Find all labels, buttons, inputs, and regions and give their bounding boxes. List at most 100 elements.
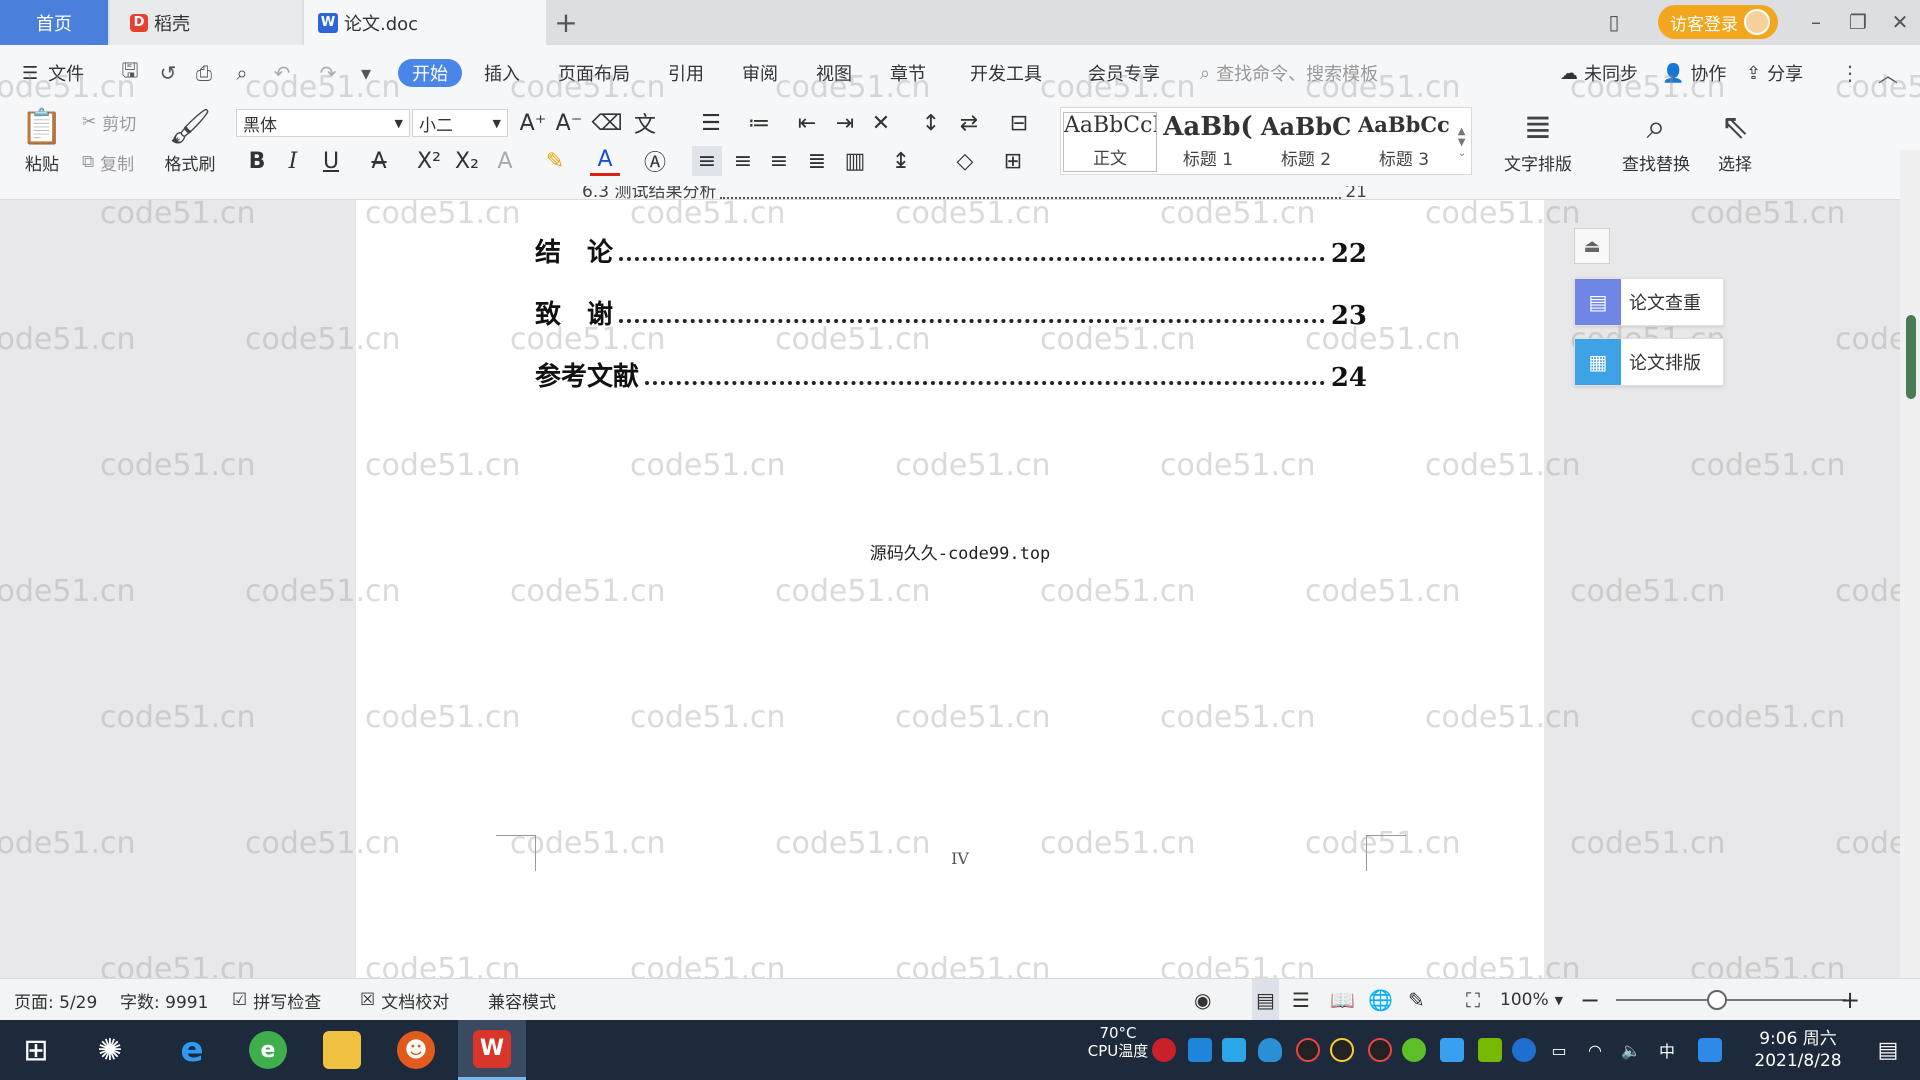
- reading-view-icon[interactable]: 📖: [1330, 979, 1355, 1021]
- save-icon[interactable]: 🖫: [118, 58, 142, 85]
- show-marks-icon[interactable]: ⇄: [954, 108, 984, 138]
- page-indicator[interactable]: 页面: 5/29: [14, 979, 97, 1021]
- cut-button[interactable]: ✂ 剪切: [82, 108, 136, 136]
- wifi-icon[interactable]: ◠: [1580, 1020, 1610, 1080]
- char-border-icon[interactable]: Ⓐ: [640, 146, 670, 176]
- minimize-icon[interactable]: –: [1802, 8, 1830, 36]
- menu-developer[interactable]: 开发工具: [970, 59, 1042, 87]
- italic-icon[interactable]: I: [278, 146, 308, 176]
- strikethrough-icon[interactable]: A: [364, 146, 394, 176]
- tab-docer[interactable]: D 稻壳: [110, 0, 302, 45]
- superscript-icon[interactable]: X²: [414, 146, 444, 176]
- sync-button[interactable]: ☁ 未同步: [1560, 59, 1638, 87]
- menu-member[interactable]: 会员专享: [1088, 59, 1160, 87]
- qq-icon[interactable]: [1368, 1038, 1392, 1062]
- more-icon[interactable]: ⋮: [1838, 61, 1862, 85]
- menu-view[interactable]: 视图: [816, 59, 852, 87]
- menu-chapter[interactable]: 章节: [890, 59, 926, 87]
- taskbar-ie[interactable]: e: [158, 1020, 226, 1080]
- underline-icon[interactable]: U: [316, 146, 346, 176]
- align-left-icon[interactable]: ≡: [692, 146, 722, 176]
- taskbar-wps[interactable]: W: [458, 1020, 526, 1080]
- align-right-icon[interactable]: ≡: [764, 146, 794, 176]
- menu-page-layout[interactable]: 页面布局: [558, 59, 630, 87]
- qq-icon[interactable]: [1330, 1038, 1354, 1062]
- justify-icon[interactable]: ≣: [802, 146, 832, 176]
- scrollbar-thumb[interactable]: [1906, 315, 1916, 399]
- paste-button[interactable]: 📋 粘贴: [16, 106, 68, 176]
- battery-icon[interactable]: ▭: [1544, 1020, 1574, 1080]
- bluetooth-icon[interactable]: [1512, 1038, 1536, 1062]
- print-icon[interactable]: ⎙: [192, 61, 216, 85]
- find-replace-button[interactable]: ⌕ 查找替换: [1606, 106, 1706, 176]
- toc-entry-references[interactable]: 参考文献 24: [535, 356, 1367, 393]
- toc-entry-conclusion[interactable]: 结 论 22: [535, 232, 1367, 269]
- tray-plus-icon[interactable]: [1402, 1038, 1426, 1062]
- chinese-layout-icon[interactable]: ✕: [866, 108, 896, 138]
- style-heading-3[interactable]: AaBbCcl 标题 3: [1357, 112, 1451, 172]
- bullet-list-icon[interactable]: ☰: [696, 108, 726, 138]
- nvidia-icon[interactable]: [1478, 1038, 1502, 1062]
- side-panel-collapse[interactable]: ⏏: [1574, 228, 1610, 264]
- thesis-layout-button[interactable]: ▦ 论文排版: [1574, 338, 1724, 386]
- shrink-font-icon[interactable]: A⁻: [554, 108, 584, 138]
- tray-q-icon[interactable]: [1698, 1038, 1722, 1062]
- tray-app-icon[interactable]: [1188, 1038, 1212, 1062]
- taskbar-browser[interactable]: e: [234, 1020, 302, 1080]
- spell-check-button[interactable]: ☑ 拼写检查: [232, 979, 321, 1021]
- share-button[interactable]: ⇪ 分享: [1746, 59, 1803, 87]
- undo-icon[interactable]: ↶: [270, 61, 294, 85]
- vertical-scrollbar[interactable]: [1900, 150, 1920, 978]
- zoom-slider-knob[interactable]: [1707, 990, 1727, 1010]
- zoom-out-icon[interactable]: −: [1580, 979, 1600, 1021]
- text-layout-button[interactable]: ≣ 文字排版: [1490, 106, 1586, 176]
- style-heading-2[interactable]: AaBbC 标题 2: [1259, 112, 1353, 172]
- tray-app-icon[interactable]: [1152, 1038, 1176, 1062]
- layout-toggle-icon[interactable]: ▯: [1600, 8, 1628, 36]
- shield-icon[interactable]: [1258, 1038, 1282, 1062]
- line-spacing-icon[interactable]: ↨: [886, 146, 916, 176]
- customize-dropdown-icon[interactable]: ▾: [354, 61, 378, 85]
- taskbar-clock[interactable]: 9:06 周六 2021/8/28: [1738, 1028, 1858, 1072]
- distributed-icon[interactable]: ▥: [840, 146, 870, 176]
- file-menu[interactable]: ☰ 文件: [22, 59, 84, 87]
- tab-ruler-icon[interactable]: ⊟: [1004, 108, 1034, 138]
- shading-icon[interactable]: ◇: [950, 146, 980, 176]
- tab-document[interactable]: W 论文.doc: [304, 0, 546, 45]
- numbered-list-icon[interactable]: ≔: [744, 108, 774, 138]
- web-view-icon[interactable]: 🌐: [1368, 979, 1393, 1021]
- menu-references[interactable]: 引用: [668, 59, 704, 87]
- volume-icon[interactable]: 🔈: [1616, 1020, 1646, 1080]
- taskbar-app-face[interactable]: ☻: [382, 1020, 450, 1080]
- taskbar-app-1[interactable]: ✺: [76, 1020, 144, 1080]
- redo-icon[interactable]: ↷: [316, 61, 340, 85]
- start-button[interactable]: ⊞: [2, 1020, 70, 1080]
- style-heading-1[interactable]: AaBb( 标题 1: [1161, 112, 1255, 172]
- sort-icon[interactable]: ↕: [916, 108, 946, 138]
- restore-icon[interactable]: ❐: [1844, 8, 1872, 36]
- format-painter-button[interactable]: 🖌 格式刷: [160, 106, 220, 176]
- thesis-check-button[interactable]: ▤ 论文查重: [1574, 278, 1724, 326]
- outline-view-icon[interactable]: ☰: [1292, 979, 1310, 1021]
- undo-history-icon[interactable]: ↺: [156, 61, 180, 85]
- bold-icon[interactable]: B: [242, 146, 272, 176]
- menu-insert[interactable]: 插入: [484, 59, 520, 87]
- fit-page-icon[interactable]: ⛶: [1466, 979, 1480, 1021]
- highlight-icon[interactable]: ✎: [540, 146, 570, 176]
- qq-icon[interactable]: [1296, 1038, 1320, 1062]
- tray-app-icon[interactable]: [1440, 1038, 1464, 1062]
- font-color-icon[interactable]: A: [590, 146, 620, 176]
- eye-protect-icon[interactable]: ◉: [1194, 979, 1211, 1021]
- command-search-input[interactable]: ⌕ 查找命令、搜索模板: [1200, 59, 1378, 87]
- proofread-button[interactable]: ☒ 文档校对: [360, 979, 449, 1021]
- zoom-slider-track[interactable]: [1616, 999, 1846, 1001]
- phonetic-icon[interactable]: 文: [630, 108, 660, 138]
- style-normal[interactable]: AaBbCcI 正文: [1063, 112, 1157, 172]
- zoom-level-select[interactable]: 100% ▼: [1500, 979, 1563, 1021]
- page-view-icon[interactable]: ▤: [1252, 979, 1279, 1021]
- select-button[interactable]: ⇖ 选择: [1710, 106, 1760, 176]
- new-tab-button[interactable]: +: [548, 0, 584, 45]
- copy-button[interactable]: ⧉ 复制: [82, 148, 134, 176]
- style-scroll-icon[interactable]: ▲ ▼ ⌄: [1453, 110, 1471, 174]
- decrease-indent-icon[interactable]: ⇤: [792, 108, 822, 138]
